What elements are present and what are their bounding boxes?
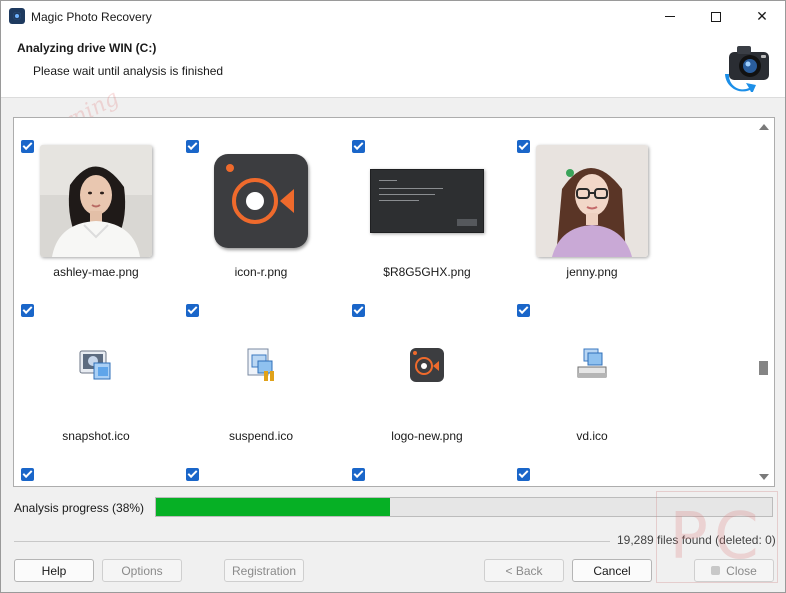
progress-fill bbox=[156, 498, 391, 516]
scroll-thumb[interactable] bbox=[759, 361, 768, 375]
file-checkbox[interactable] bbox=[352, 140, 365, 153]
file-thumbnail bbox=[204, 144, 318, 258]
file-name: jenny.png bbox=[566, 265, 618, 279]
file-thumbnail bbox=[370, 144, 484, 258]
camera-recovery-logo-icon bbox=[725, 46, 769, 92]
file-checkbox[interactable] bbox=[21, 304, 34, 317]
maximize-icon bbox=[711, 11, 721, 22]
page-subtitle: Please wait until analysis is finished bbox=[33, 64, 224, 78]
file-checkbox[interactable] bbox=[517, 304, 530, 317]
file-name: snapshot.ico bbox=[62, 429, 130, 443]
snapshot-icon bbox=[79, 350, 111, 380]
files-found-status: 19,289 files found (deleted: 0) bbox=[617, 533, 776, 547]
screen-recorder-icon bbox=[410, 348, 444, 382]
screen-recorder-icon bbox=[214, 154, 308, 248]
minimize-icon bbox=[665, 16, 675, 17]
close-window-button[interactable]: ✕ bbox=[739, 1, 785, 32]
page-title: Analyzing drive WIN (C:) bbox=[17, 41, 157, 55]
dialog-screenshot-icon bbox=[370, 169, 484, 233]
file-item[interactable] bbox=[14, 446, 178, 486]
wizard-header: Analyzing drive WIN (C:) Please wait unt… bbox=[1, 32, 785, 98]
divider bbox=[14, 541, 610, 542]
window-title: Magic Photo Recovery bbox=[31, 10, 152, 24]
file-item[interactable]: suspend.ico bbox=[179, 282, 343, 446]
analysis-progress-bar bbox=[155, 497, 773, 517]
file-name: ashley-mae.png bbox=[53, 265, 139, 279]
file-item[interactable]: ashley-mae.png bbox=[14, 118, 178, 282]
file-item[interactable] bbox=[345, 446, 509, 486]
gallery-scrollbar[interactable] bbox=[753, 118, 774, 486]
close-icon: ✕ bbox=[756, 8, 768, 24]
title-bar: Magic Photo Recovery ✕ bbox=[1, 1, 785, 32]
file-checkbox[interactable] bbox=[352, 304, 365, 317]
options-button[interactable]: Options bbox=[102, 559, 182, 582]
drive-icon bbox=[577, 348, 607, 378]
file-item[interactable] bbox=[179, 446, 343, 486]
file-checkbox[interactable] bbox=[21, 468, 34, 481]
help-button[interactable]: Help bbox=[14, 559, 94, 582]
file-name: vd.ico bbox=[576, 429, 608, 443]
scroll-down-arrow-icon[interactable] bbox=[759, 474, 769, 480]
file-item[interactable] bbox=[510, 446, 674, 486]
file-name: $R8G5GHX.png bbox=[383, 265, 471, 279]
registration-button[interactable]: Registration bbox=[224, 559, 304, 582]
maximize-button[interactable] bbox=[693, 1, 739, 32]
minimize-button[interactable] bbox=[647, 1, 693, 32]
file-checkbox[interactable] bbox=[517, 140, 530, 153]
file-checkbox[interactable] bbox=[21, 140, 34, 153]
file-thumbnail bbox=[39, 144, 153, 258]
close-button-icon bbox=[711, 566, 721, 575]
file-name: suspend.ico bbox=[228, 429, 294, 443]
file-checkbox[interactable] bbox=[186, 304, 199, 317]
app-window: Magic Photo Recovery ✕ Analyzing drive W… bbox=[0, 0, 786, 593]
file-item[interactable]: $R8G5GHX.png bbox=[345, 118, 509, 282]
scroll-up-arrow-icon[interactable] bbox=[759, 124, 769, 130]
file-checkbox[interactable] bbox=[186, 140, 199, 153]
file-item[interactable]: icon-r.png bbox=[179, 118, 343, 282]
file-thumbnail bbox=[370, 308, 484, 422]
file-thumbnail bbox=[39, 308, 153, 422]
file-checkbox[interactable] bbox=[352, 468, 365, 481]
file-item[interactable]: logo-new.png bbox=[345, 282, 509, 446]
file-thumbnail bbox=[204, 308, 318, 422]
app-icon bbox=[9, 8, 25, 24]
file-thumbnail bbox=[535, 144, 649, 258]
file-thumbnail bbox=[535, 308, 649, 422]
back-button[interactable]: < Back bbox=[484, 559, 564, 582]
close-button-label: Close bbox=[726, 563, 757, 578]
file-checkbox[interactable] bbox=[186, 468, 199, 481]
file-item[interactable]: snapshot.ico bbox=[14, 282, 178, 446]
recovery-gallery[interactable]: ashley-mae.png icon-r.png $R8G5GHX.png j… bbox=[13, 117, 775, 487]
file-item[interactable]: jenny.png bbox=[510, 118, 674, 282]
portrait-photo-icon bbox=[536, 145, 648, 257]
progress-label: Analysis progress (38%) bbox=[14, 501, 145, 515]
cancel-button[interactable]: Cancel bbox=[572, 559, 652, 582]
suspend-icon bbox=[247, 348, 274, 381]
file-checkbox[interactable] bbox=[517, 468, 530, 481]
close-button[interactable]: Close bbox=[694, 559, 774, 582]
portrait-photo-icon bbox=[40, 145, 152, 257]
file-item[interactable]: vd.ico bbox=[510, 282, 674, 446]
file-name: icon-r.png bbox=[234, 265, 288, 279]
file-name: logo-new.png bbox=[391, 429, 463, 443]
